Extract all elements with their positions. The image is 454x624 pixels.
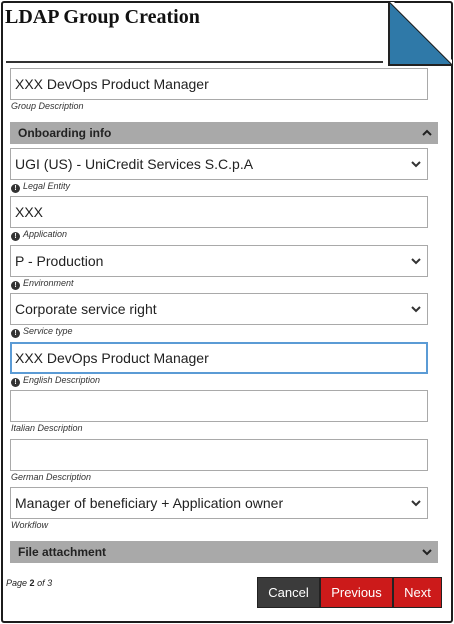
info-icon: !	[11, 329, 20, 338]
page-indicator-current: 2	[29, 578, 35, 588]
application-label: Application	[23, 229, 68, 239]
service-type-help: ! Service type	[11, 326, 73, 338]
workflow-label: Workflow	[11, 520, 49, 530]
onboarding-info-section[interactable]: Onboarding info	[10, 122, 438, 144]
legal-entity-label: Legal Entity	[23, 181, 71, 191]
onboarding-info-section-title: Onboarding info	[18, 126, 112, 140]
application-help: ! Application	[11, 229, 67, 241]
english-description-help: ! English Description	[11, 375, 100, 387]
chevron-down-icon	[422, 549, 432, 556]
environment-value: P - Production	[15, 253, 104, 269]
workflow-value: Manager of beneficiary + Application own…	[15, 495, 284, 511]
application-input[interactable]: XXX	[10, 196, 428, 228]
workflow-select[interactable]: Manager of beneficiary + Application own…	[10, 487, 428, 519]
environment-label: Environment	[23, 278, 74, 288]
environment-help: ! Environment	[11, 278, 74, 290]
chevron-down-icon	[411, 306, 421, 313]
title-divider	[6, 61, 383, 63]
previous-button[interactable]: Previous	[320, 577, 393, 608]
file-attachment-section[interactable]: File attachment	[10, 541, 438, 563]
next-button[interactable]: Next	[393, 577, 442, 608]
german-description-input[interactable]	[10, 439, 428, 471]
service-type-select[interactable]: Corporate service right	[10, 293, 428, 325]
info-icon: !	[11, 281, 20, 290]
page-title: LDAP Group Creation	[5, 6, 200, 28]
italian-description-input[interactable]	[10, 390, 428, 422]
page-indicator-of: of	[37, 578, 45, 588]
legal-entity-select[interactable]: UGI (US) - UniCredit Services S.C.p.A	[10, 148, 428, 180]
info-icon: !	[11, 184, 20, 193]
service-type-label: Service type	[23, 326, 73, 336]
page-indicator-total: 3	[47, 578, 53, 588]
chevron-down-icon	[411, 161, 421, 168]
chevron-down-icon	[411, 500, 421, 507]
english-description-input[interactable]: XXX DevOps Product Manager	[10, 342, 428, 374]
file-attachment-section-title: File attachment	[18, 545, 107, 559]
legal-entity-value: UGI (US) - UniCredit Services S.C.p.A	[15, 156, 254, 172]
chevron-up-icon	[422, 129, 432, 136]
italian-description-label: Italian Description	[11, 423, 83, 433]
info-icon: !	[11, 232, 20, 241]
cancel-button[interactable]: Cancel	[257, 577, 320, 608]
chevron-down-icon	[411, 258, 421, 265]
page-indicator: Page 2 of 3	[6, 578, 52, 588]
group-description-input[interactable]: XXX DevOps Product Manager	[10, 68, 428, 100]
info-icon: !	[11, 378, 20, 387]
service-type-value: Corporate service right	[15, 301, 157, 317]
english-description-label: English Description	[23, 375, 101, 385]
legal-entity-help: ! Legal Entity	[11, 181, 70, 193]
page-fold-icon	[389, 2, 452, 65]
page-indicator-prefix: Page	[6, 578, 28, 588]
environment-select[interactable]: P - Production	[10, 245, 428, 277]
german-description-label: German Description	[11, 472, 92, 482]
group-description-label: Group Description	[11, 101, 84, 111]
